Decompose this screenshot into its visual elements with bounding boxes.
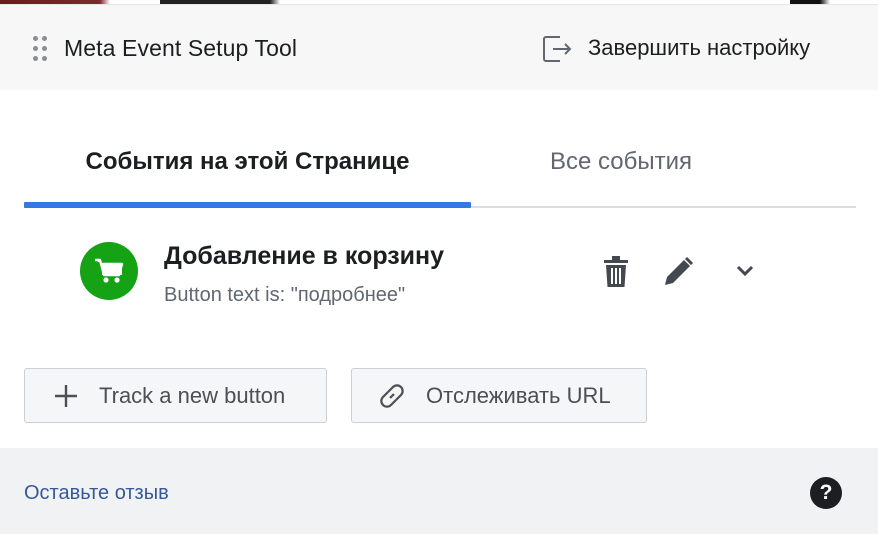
plus-icon xyxy=(55,384,77,407)
chevron-down-icon[interactable] xyxy=(735,264,755,278)
exit-icon xyxy=(543,36,572,62)
finish-setup-button[interactable]: Завершить настройку xyxy=(540,30,810,66)
app-title: Meta Event Setup Tool xyxy=(64,35,298,61)
feedback-link[interactable]: Оставьте отзыв xyxy=(24,482,169,505)
help-icon[interactable]: ? xyxy=(810,477,842,509)
track-url-button[interactable]: Отслеживать URL xyxy=(351,368,647,423)
event-list-item: Добавление в корзину Button text is: "по… xyxy=(80,242,780,312)
shopping-cart-icon xyxy=(80,242,138,300)
tool-header: Meta Event Setup Tool Завершить настройк… xyxy=(0,4,878,90)
track-new-button-label: Track a new button xyxy=(99,382,286,408)
footer: Оставьте отзыв ? xyxy=(0,448,878,534)
event-subtitle: Button text is: "подробнее" xyxy=(164,284,406,306)
tab-page-events[interactable]: События на этой Странице xyxy=(24,118,471,208)
event-tabs: События на этой Странице Все события xyxy=(24,118,856,208)
tab-all-events[interactable]: Все события xyxy=(471,118,771,206)
track-new-button[interactable]: Track a new button xyxy=(24,368,327,423)
track-url-button-label: Отслеживать URL xyxy=(426,382,611,408)
edit-pencil-icon[interactable] xyxy=(662,256,694,288)
drag-handle-icon[interactable] xyxy=(33,36,49,62)
trash-icon[interactable] xyxy=(600,255,632,289)
event-title: Добавление в корзину xyxy=(164,242,445,270)
link-icon xyxy=(380,383,404,408)
finish-setup-label: Завершить настройку xyxy=(588,35,811,60)
